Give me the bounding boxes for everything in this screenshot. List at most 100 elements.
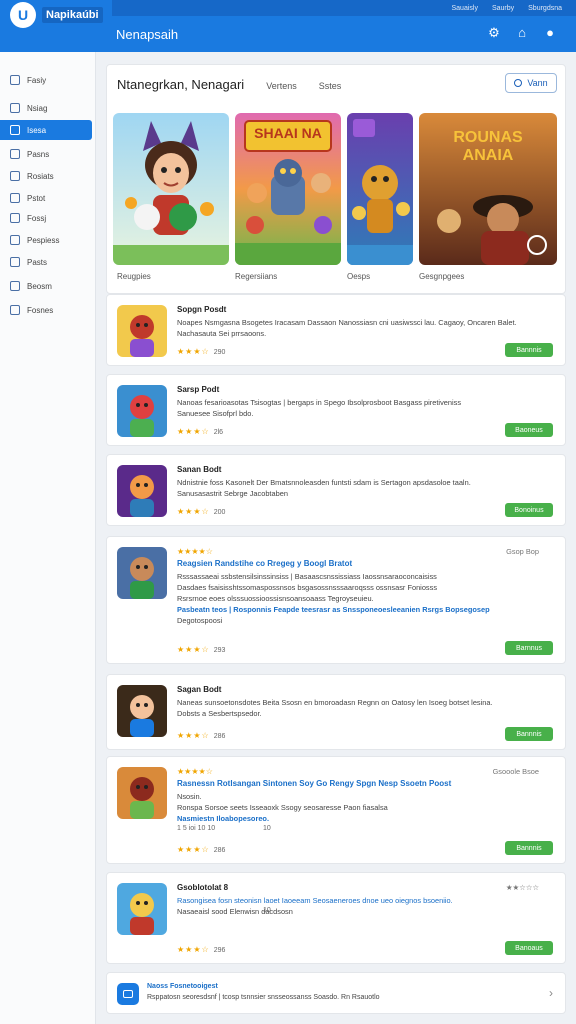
- game-description-line: Nasmiestn Iloabopesoreo.: [177, 814, 269, 823]
- chevron-right-icon[interactable]: ›: [549, 986, 553, 1000]
- footer-notice[interactable]: Naoss Fosnetooigest Rsppatosn seoresdsnf…: [106, 972, 566, 1014]
- game-title[interactable]: Sopgn Posdt: [177, 305, 226, 314]
- rating-stars: ★★★☆ 296: [177, 945, 225, 954]
- sidebar-item[interactable]: Rosiats: [0, 166, 92, 186]
- stars-value: ★★★☆: [177, 845, 210, 854]
- rating-count: 286: [213, 733, 226, 740]
- game-meta: 1 5 ioi 10 10: [177, 825, 216, 832]
- rating-stars: ★★★★☆: [177, 767, 213, 776]
- stars-value: ★★★☆: [177, 645, 210, 654]
- featured-tile[interactable]: [113, 113, 229, 265]
- sidebar-item[interactable]: Isesa: [0, 120, 92, 140]
- game-description-line: Degotospoosi: [177, 616, 223, 625]
- game-description-line: Rasongisea fosn steonisn laoet Iaoeeam S…: [177, 896, 453, 905]
- game-card[interactable]: Sagan Bodt Naneas sunsoetonsdotes Beita S…: [106, 674, 566, 750]
- sidebar-item[interactable]: Pasts: [0, 252, 92, 272]
- tab-main[interactable]: Ntanegrkan, Nenagari: [117, 77, 244, 92]
- clock-icon: [10, 213, 20, 223]
- stars-value: ★★★☆: [177, 427, 210, 436]
- download-button[interactable]: Bonoinus: [505, 503, 553, 517]
- rating-text: Gsooole Bsoe: [492, 767, 539, 776]
- game-card[interactable]: Sarsp Podt Nanoas fesarioasotas Tsisogtas…: [106, 374, 566, 446]
- game-title[interactable]: Sarsp Podt: [177, 385, 219, 394]
- settings-icon[interactable]: ⚙: [486, 25, 502, 41]
- game-title[interactable]: Rasnessn Rotlsangan Sintonen Soy Go Reng…: [177, 779, 451, 788]
- top-link[interactable]: Sburgdsna: [528, 5, 562, 12]
- doc-icon: [10, 193, 20, 203]
- featured-tile-label: Reugpies: [117, 272, 151, 281]
- game-thumbnail[interactable]: [117, 883, 167, 935]
- user-icon[interactable]: ●: [542, 25, 558, 41]
- game-description-line: Dasdaes fsaisisshtssomaspossnsos bsgasos…: [177, 583, 438, 592]
- game-thumbnail[interactable]: [117, 767, 167, 819]
- sidebar-item[interactable]: Pstot: [0, 188, 92, 208]
- view-button-label: Vann: [527, 78, 548, 88]
- refresh-icon: [10, 281, 20, 291]
- game-card[interactable]: Sopgn Posdt Noapes Nsmgasna Bsogetes Irac…: [106, 294, 566, 366]
- view-button[interactable]: Vann: [505, 73, 557, 93]
- featured-tile-label: Gesgnpgees: [419, 272, 465, 281]
- stars-value: ★★★☆: [177, 731, 210, 740]
- footer-title: Naoss Fosnetooigest: [147, 983, 218, 990]
- notice-icon: [117, 983, 139, 1005]
- download-button[interactable]: Baoneus: [505, 423, 553, 437]
- featured-tile[interactable]: [347, 113, 413, 265]
- mail-icon: [10, 149, 20, 159]
- rating-text: ★★☆☆☆: [505, 883, 539, 892]
- rating-stars: ★★★☆ 293: [177, 645, 225, 654]
- game-meta: 10: [263, 907, 271, 914]
- game-thumbnail[interactable]: [117, 305, 167, 357]
- featured-tile[interactable]: SHAAI NA: [235, 113, 341, 265]
- game-description-line: Dobsts a Sesbertspsedor.: [177, 709, 262, 718]
- logo[interactable]: U Napikaúbi: [10, 2, 103, 28]
- logo-icon: U: [10, 2, 36, 28]
- game-title[interactable]: Sagan Bodt: [177, 685, 221, 694]
- game-thumbnail[interactable]: [117, 547, 167, 599]
- rating-stars: ★★★☆ 200: [177, 507, 225, 516]
- tab-versions[interactable]: Vertens: [266, 81, 297, 91]
- tab-sets[interactable]: Sstes: [319, 81, 342, 91]
- game-title[interactable]: Reagsien Randstihe co Rregeg y Boogl Bra…: [177, 559, 352, 568]
- home-icon[interactable]: ⌂: [514, 25, 530, 41]
- sidebar-item-label: Beosm: [27, 281, 52, 291]
- game-card[interactable]: ★★★★☆ Reagsien Randstihe co Rregeg y Boog…: [106, 536, 566, 664]
- sidebar-item[interactable]: Fosnes: [0, 300, 92, 320]
- download-button[interactable]: Bannnis: [505, 343, 553, 357]
- stars-value: ★★★☆: [177, 507, 210, 516]
- download-button[interactable]: Barnnus: [505, 641, 553, 655]
- top-link[interactable]: Saurby: [492, 5, 514, 12]
- game-description-line: Noapes Nsmgasna Bsogetes Iracasam Dassao…: [177, 318, 517, 327]
- game-card[interactable]: Gsoblotolat 8 ★★☆☆☆ Rasongisea fosn steoni…: [106, 872, 566, 964]
- download-button[interactable]: Bannnis: [505, 727, 553, 741]
- sidebar-item[interactable]: Pasns: [0, 144, 92, 164]
- game-description-line: Nasaeaisl sood Elenwisn dacdsosn: [177, 907, 293, 916]
- search-icon: [514, 79, 523, 87]
- rating-stars: ★★★☆ 290: [177, 347, 225, 356]
- sidebar-item-label: Pespiess: [27, 235, 60, 245]
- game-thumbnail[interactable]: [117, 465, 167, 517]
- game-description-line: Nanoas fesarioasotas Tsisogtas | bergaps…: [177, 398, 462, 407]
- game-description-line: Nsosin.: [177, 792, 202, 801]
- game-thumbnail[interactable]: [117, 685, 167, 737]
- game-title[interactable]: Sanan Bodt: [177, 465, 221, 474]
- sidebar-item[interactable]: Pespiess: [0, 230, 92, 250]
- download-button[interactable]: Bannnis: [505, 841, 553, 855]
- game-meta: 10: [263, 825, 271, 832]
- game-description-line: Sanuesee Sisofprl bdo.: [177, 409, 254, 418]
- game-title[interactable]: Gsoblotolat 8: [177, 883, 228, 892]
- rating-count: 296: [213, 947, 226, 954]
- download-button[interactable]: Banoaus: [505, 941, 553, 955]
- sidebar-item[interactable]: Fasiy: [0, 70, 92, 90]
- featured-tile[interactable]: ROUNAS ANAIA: [419, 113, 557, 265]
- game-thumbnail[interactable]: [117, 385, 167, 437]
- top-link[interactable]: Sauaisly: [451, 5, 477, 12]
- sidebar-item[interactable]: Fossj: [0, 208, 92, 228]
- rating-count: 286: [213, 847, 226, 854]
- sidebar-item[interactable]: Nsiag: [0, 98, 92, 118]
- sidebar-item-label: Fossj: [27, 213, 47, 223]
- chart-icon: [10, 235, 20, 245]
- game-card[interactable]: Sanan Bodt Ndnistnie foss Kasonelt Der Bm…: [106, 454, 566, 526]
- game-card[interactable]: ★★★★☆ Rasnessn Rotlsangan Sintonen Soy Go…: [106, 756, 566, 864]
- game-description-line: Nachasauta Sei prrsaoons.: [177, 329, 267, 338]
- sidebar-item[interactable]: Beosm: [0, 276, 92, 296]
